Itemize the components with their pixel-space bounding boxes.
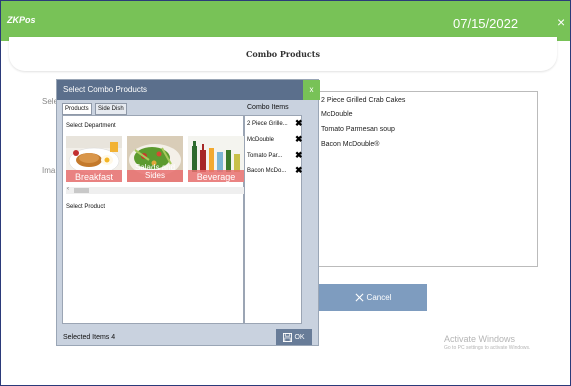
department-card-breakfast[interactable]: Breakfast — [66, 136, 122, 182]
scroll-left-icon[interactable]: ‹ — [67, 186, 69, 192]
department-label: Breakfast — [74, 172, 114, 182]
ok-label: OK — [294, 333, 305, 341]
dialog-title: Select Combo Products — [63, 85, 148, 94]
list-item[interactable]: Bacon McDouble® — [321, 141, 379, 148]
select-product-label: Select Product — [66, 204, 106, 210]
list-item[interactable]: McDouble — [321, 111, 353, 118]
combo-items-panel: 2 Piece Grille... ✖ McDouble ✖ Tomato Pa… — [244, 115, 303, 324]
app-logo: ZKPos — [7, 15, 36, 25]
combo-products-list: 2 Piece Grilled Crab Cakes McDouble Toma… — [314, 91, 538, 267]
tab-products[interactable]: Products — [62, 103, 92, 115]
selected-items-label: Selected Items — [63, 334, 110, 341]
image-label: Ima — [42, 166, 56, 175]
save-icon — [283, 332, 293, 342]
remove-icon[interactable]: ✖ — [295, 165, 303, 176]
dialog-titlebar: Select Combo Products x — [57, 80, 320, 100]
department-label: Salads and Sides — [134, 163, 176, 180]
select-combo-products-dialog: Select Combo Products x Products Side Di… — [56, 79, 320, 346]
select-department-label: Select Department — [66, 123, 116, 129]
combo-item[interactable]: 2 Piece Grille... — [247, 121, 295, 127]
dialog-close-button[interactable]: x — [303, 80, 320, 100]
page-title: Combo Products — [246, 49, 320, 59]
products-panel: Select Department Breakfast Salads and S… — [62, 115, 244, 324]
scrollbar-thumb[interactable] — [74, 188, 89, 193]
combo-item[interactable]: Tomato Par... — [247, 153, 295, 159]
app-window: ZKPos 07/15/2022 × Combo Products Sele I… — [0, 0, 571, 386]
department-label: Beverage — [196, 172, 236, 182]
windows-watermark: Activate Windows Go to PC settings to ac… — [444, 334, 530, 351]
list-item[interactable]: Tomato Parmesan soup — [321, 126, 395, 133]
department-card-salads-and-sides[interactable]: Salads and Sides — [127, 136, 183, 182]
ok-button[interactable]: OK — [276, 329, 312, 345]
x-icon — [355, 293, 364, 302]
top-bar: ZKPos 07/15/2022 × — [1, 1, 570, 41]
combo-item[interactable]: McDouble — [247, 137, 295, 143]
close-window-button[interactable]: × — [557, 14, 565, 30]
list-item[interactable]: 2 Piece Grilled Crab Cakes — [321, 97, 405, 104]
watermark-subtitle: Go to PC settings to activate Windows. — [444, 345, 531, 351]
combo-items-header: Combo Items — [247, 104, 289, 111]
watermark-title: Activate Windows — [444, 334, 516, 344]
combo-item[interactable]: Bacon McDo... — [247, 168, 295, 174]
cancel-label: Cancel — [366, 293, 392, 302]
remove-icon[interactable]: ✖ — [295, 150, 303, 161]
selected-items-status: Selected Items 4 — [63, 334, 115, 341]
tab-side-dish[interactable]: Side Dish — [95, 103, 127, 115]
cancel-button[interactable]: Cancel — [319, 284, 427, 311]
header-panel: Combo Products — [9, 37, 557, 71]
remove-icon[interactable]: ✖ — [295, 118, 303, 129]
selected-items-count: 4 — [111, 334, 116, 341]
date-display: 07/15/2022 — [453, 16, 519, 31]
remove-icon[interactable]: ✖ — [295, 134, 303, 145]
department-card-beverage[interactable]: Beverage — [188, 136, 244, 182]
department-scrollbar[interactable]: ‹ — [66, 186, 244, 194]
